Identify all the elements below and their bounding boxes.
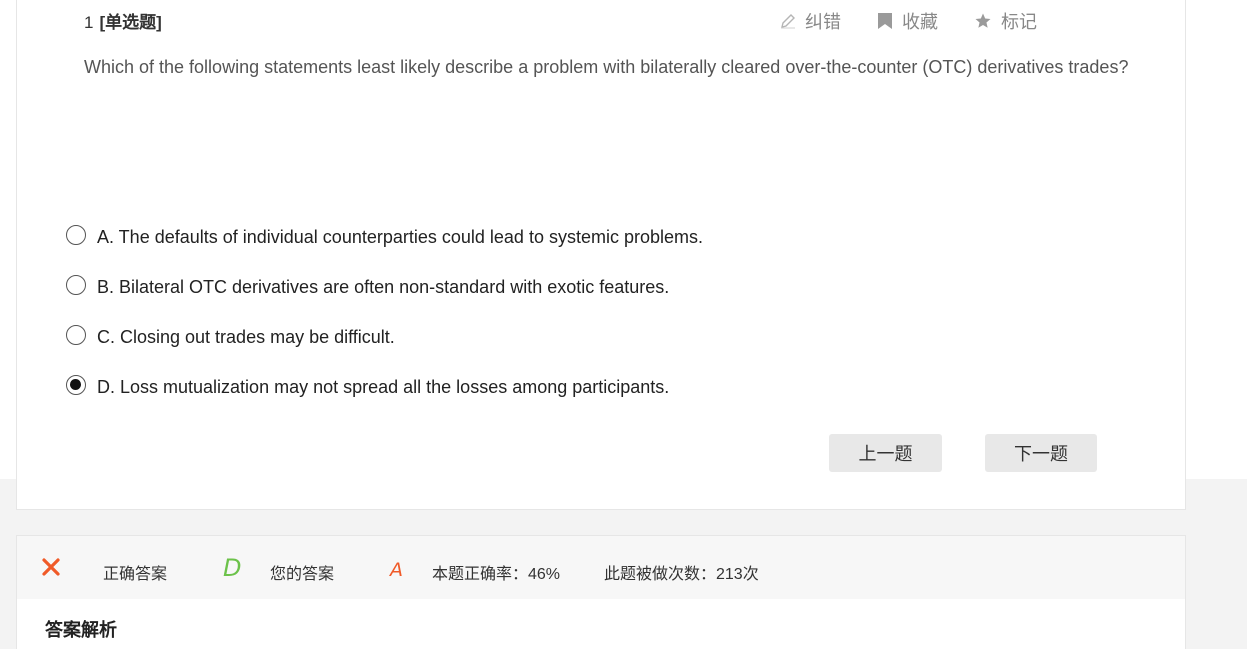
your-answer-label: 您的答案	[270, 566, 335, 583]
option-a-radio[interactable]	[66, 225, 86, 245]
question-number: 1	[84, 13, 94, 32]
favorite-label: 收藏	[902, 12, 938, 32]
report-error-label: 纠错	[805, 12, 841, 32]
answer-options: A. The defaults of individual counterpar…	[66, 212, 703, 412]
answer-analysis-title: 答案解析	[45, 620, 117, 640]
favorite-button[interactable]: 收藏	[877, 8, 938, 34]
your-answer-value: A	[390, 559, 403, 581]
option-d-label: D. Loss mutualization may not spread all…	[97, 376, 670, 397]
previous-question-button[interactable]: 上一题	[829, 434, 942, 472]
pencil-icon	[780, 13, 796, 29]
question-tools: 纠错 收藏 标记	[744, 8, 1037, 34]
x-icon	[41, 557, 61, 582]
correct-answer-value: D	[223, 554, 242, 582]
option-b[interactable]: B. Bilateral OTC derivatives are often n…	[66, 262, 703, 312]
answer-analysis-section: 答案解析	[16, 599, 1186, 649]
next-question-button[interactable]: 下一题	[985, 434, 1097, 472]
result-bar: 正确答案 D 您的答案 A 本题正确率：46% 此题被做次数：213次	[16, 535, 1186, 599]
correct-answer-label: 正确答案	[103, 566, 168, 583]
option-b-label: B. Bilateral OTC derivatives are often n…	[97, 276, 670, 297]
star-icon	[974, 12, 992, 30]
option-a-label: A. The defaults of individual counterpar…	[97, 226, 703, 247]
report-error-button[interactable]: 纠错	[780, 8, 841, 34]
bookmark-icon	[877, 12, 893, 30]
option-c-label: C. Closing out trades may be difficult.	[97, 326, 395, 347]
option-b-radio[interactable]	[66, 275, 86, 295]
question-text: Which of the following statements least …	[84, 57, 1129, 77]
accuracy-rate: 本题正确率：46%	[432, 566, 561, 583]
mark-button[interactable]: 标记	[974, 8, 1037, 34]
option-c[interactable]: C. Closing out trades may be difficult.	[66, 312, 703, 362]
question-header: 1 [单选题]	[84, 8, 162, 33]
option-d-radio[interactable]	[66, 375, 86, 395]
mark-label: 标记	[1001, 12, 1037, 32]
question-type: [单选题]	[99, 13, 162, 32]
option-a[interactable]: A. The defaults of individual counterpar…	[66, 212, 703, 262]
attempt-count: 此题被做次数：213次	[604, 566, 759, 583]
option-d[interactable]: D. Loss mutualization may not spread all…	[66, 362, 703, 412]
option-c-radio[interactable]	[66, 325, 86, 345]
